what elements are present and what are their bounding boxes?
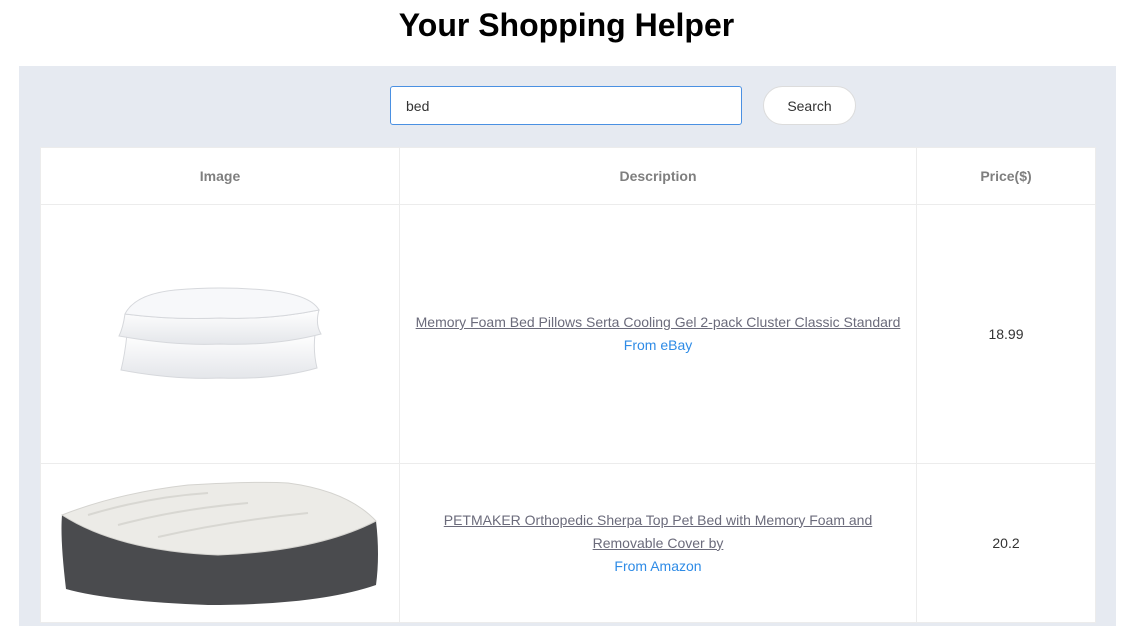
price-cell: 18.99 [916, 204, 1096, 464]
page-title: Your Shopping Helper [398, 7, 735, 43]
pet-bed-image[interactable] [58, 479, 382, 607]
search-button[interactable]: Search [763, 86, 856, 125]
results-table: Image Description Price($) Memory Foam B… [40, 147, 1096, 623]
description-cell: PETMAKER Orthopedic Sherpa Top Pet Bed w… [399, 463, 917, 623]
image-cell [40, 463, 400, 623]
source-link[interactable]: From eBay [410, 334, 906, 357]
image-cell [40, 204, 400, 464]
table-row: Memory Foam Bed Pillows Serta Cooling Ge… [40, 204, 1096, 464]
pillows-image[interactable] [115, 284, 325, 384]
search-input[interactable] [390, 86, 742, 125]
price-cell: 20.2 [916, 463, 1096, 623]
table-row: PETMAKER Orthopedic Sherpa Top Pet Bed w… [40, 463, 1096, 623]
table-header-row: Image Description Price($) [40, 147, 1096, 205]
search-panel: Search Image Description Price($) [19, 66, 1116, 626]
product-link[interactable]: PETMAKER Orthopedic Sherpa Top Pet Bed w… [444, 512, 873, 551]
column-header-image: Image [40, 147, 400, 205]
column-header-description: Description [399, 147, 917, 205]
product-link[interactable]: Memory Foam Bed Pillows Serta Cooling Ge… [416, 314, 901, 330]
description-cell: Memory Foam Bed Pillows Serta Cooling Ge… [399, 204, 917, 464]
column-header-price: Price($) [916, 147, 1096, 205]
source-link[interactable]: From Amazon [410, 555, 906, 578]
